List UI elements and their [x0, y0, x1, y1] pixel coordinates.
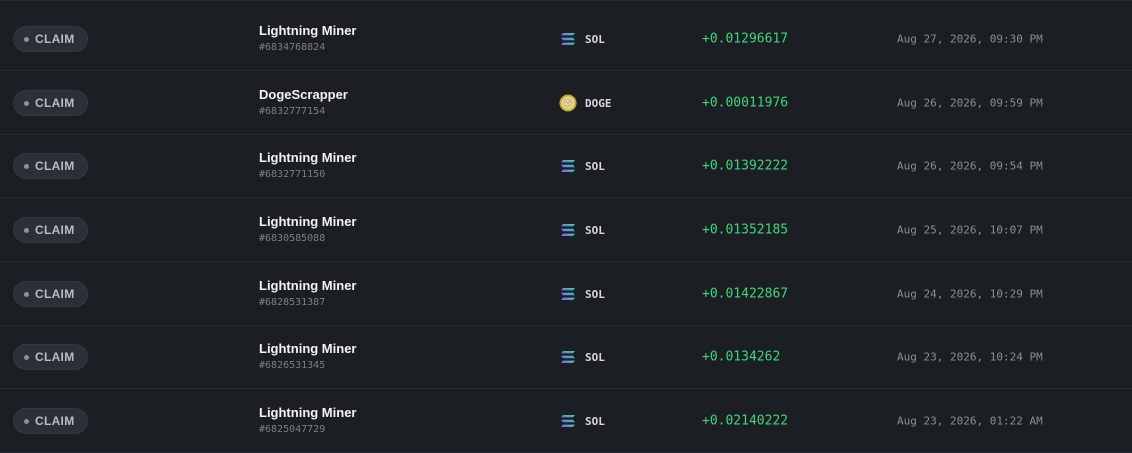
status-dot-icon: [24, 163, 29, 169]
transaction-id: #6825047729: [259, 424, 326, 435]
transaction-id: #6828531387: [259, 297, 326, 308]
currency-code: SOL: [585, 287, 605, 301]
status-dot-icon: [24, 227, 29, 233]
transaction-type: CLAIM: [35, 159, 75, 173]
amount: +0.02140222: [702, 413, 789, 429]
claim-badge[interactable]: CLAIM: [13, 281, 88, 307]
currency-cell: SOL: [559, 157, 605, 175]
game-name: Lightning Miner: [259, 23, 357, 38]
game-cell: Lightning Miner #6832771150: [259, 150, 356, 182]
claim-badge[interactable]: CLAIM: [13, 153, 88, 179]
table-row: CLAIM Lightning Miner #6826531345 SOL +0…: [0, 326, 1132, 389]
claim-badge[interactable]: CLAIM: [13, 344, 88, 370]
amount: +0.0134262: [702, 349, 781, 365]
currency-code: DOGE: [585, 96, 612, 110]
transaction-type: CLAIM: [35, 32, 75, 46]
transaction-id: #6832777154: [259, 106, 326, 117]
currency-cell: SOL: [559, 348, 605, 366]
status-dot-icon: [24, 354, 29, 360]
currency-cell: DOGE: [559, 94, 612, 112]
table-row: CLAIM Lightning Miner #6834768824 SOL +0…: [0, 8, 1132, 71]
transaction-id: #6826531345: [259, 360, 326, 371]
table-row: CLAIM DogeScrapper #6832777154 DOGE +0.0…: [0, 72, 1132, 135]
status-dot-icon: [24, 418, 29, 424]
solana-icon: [559, 157, 577, 175]
transaction-type: CLAIM: [35, 414, 75, 428]
solana-icon: [559, 412, 577, 430]
currency-code: SOL: [585, 159, 605, 173]
date: Aug 23, 2026, 10:24 PM: [897, 350, 1043, 364]
solana-icon: [559, 285, 577, 303]
transaction-type: CLAIM: [35, 350, 75, 364]
amount: +0.01422867: [702, 286, 789, 302]
game-name: Lightning Miner: [259, 341, 357, 356]
date: Aug 26, 2026, 09:54 PM: [897, 159, 1043, 173]
solana-icon: [559, 30, 577, 48]
status-dot-icon: [24, 100, 29, 106]
amount: +0.01392222: [702, 158, 789, 174]
dogecoin-icon: [559, 94, 577, 112]
transaction-type: CLAIM: [35, 223, 75, 237]
currency-code: SOL: [585, 32, 605, 46]
currency-code: SOL: [585, 350, 605, 364]
game-cell: DogeScrapper #6832777154: [259, 87, 348, 119]
game-name: Lightning Miner: [259, 150, 357, 165]
transaction-id: #6830585088: [259, 233, 326, 244]
table-row: CLAIM Lightning Miner #6832771150 SOL +0…: [0, 135, 1132, 198]
table-row: CLAIM Lightning Miner #6825047729 SOL +0…: [0, 390, 1132, 453]
game-name: Lightning Miner: [259, 214, 357, 229]
transaction-type: CLAIM: [35, 287, 75, 301]
table-row: CLAIM Lightning Miner #6830585088 SOL +0…: [0, 199, 1132, 262]
solana-icon: [559, 221, 577, 239]
amount: +0.01352185: [702, 222, 789, 238]
game-cell: Lightning Miner #6830585088: [259, 214, 356, 246]
transaction-id: #6832771150: [259, 169, 326, 180]
game-name: Lightning Miner: [259, 278, 357, 293]
claim-badge[interactable]: CLAIM: [13, 217, 88, 243]
status-dot-icon: [24, 291, 29, 297]
currency-cell: SOL: [559, 30, 605, 48]
date: Aug 23, 2026, 01:22 AM: [897, 414, 1043, 428]
date: Aug 27, 2026, 09:30 PM: [897, 32, 1043, 46]
transaction-id: #6834768824: [259, 42, 326, 53]
table-row: CLAIM Lightning Miner #6828531387 SOL +0…: [0, 263, 1132, 326]
transaction-type: CLAIM: [35, 96, 75, 110]
date: Aug 24, 2026, 10:29 PM: [897, 287, 1043, 301]
game-name: DogeScrapper: [259, 87, 348, 102]
claim-badge[interactable]: CLAIM: [13, 408, 88, 434]
solana-icon: [559, 348, 577, 366]
game-cell: Lightning Miner #6834768824: [259, 23, 356, 55]
currency-cell: SOL: [559, 285, 605, 303]
currency-cell: SOL: [559, 221, 605, 239]
currency-code: SOL: [585, 414, 605, 428]
game-cell: Lightning Miner #6828531387: [259, 278, 356, 310]
amount: +0.01296617: [702, 31, 789, 47]
date: Aug 26, 2026, 09:59 PM: [897, 96, 1043, 110]
game-cell: Lightning Miner #6825047729: [259, 405, 356, 437]
game-name: Lightning Miner: [259, 405, 357, 420]
game-cell: Lightning Miner #6826531345: [259, 341, 356, 373]
claim-badge[interactable]: CLAIM: [13, 26, 88, 52]
date: Aug 25, 2026, 10:07 PM: [897, 223, 1043, 237]
claim-badge[interactable]: CLAIM: [13, 90, 88, 116]
transactions-table: CLAIM Lightning Miner #6834768824 SOL +0…: [0, 0, 1132, 453]
currency-cell: SOL: [559, 412, 605, 430]
currency-code: SOL: [585, 223, 605, 237]
amount: +0.00011976: [702, 95, 789, 111]
status-dot-icon: [24, 36, 29, 42]
